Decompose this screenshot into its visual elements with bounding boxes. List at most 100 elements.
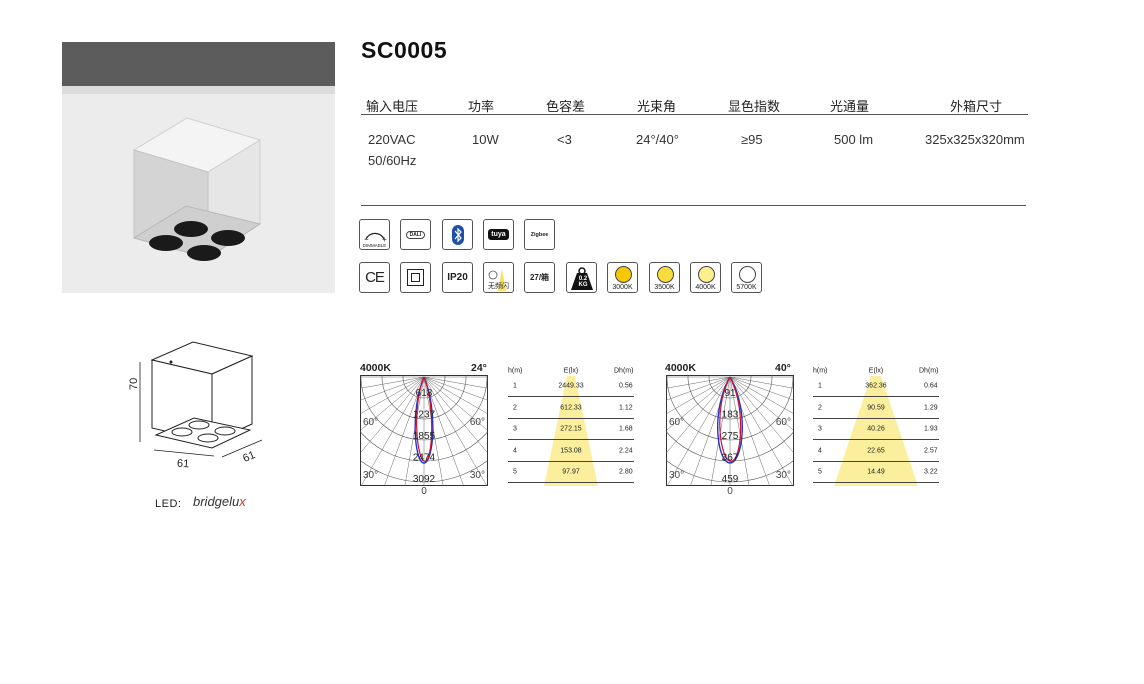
table-row: 1 362.36 0.64 xyxy=(813,376,939,397)
cct-3500k-label: 3500K xyxy=(654,284,675,291)
table-cell: 3 xyxy=(818,425,822,433)
spec-value-power: 10W xyxy=(472,132,499,147)
cct-3000k-label: 3000K xyxy=(612,284,633,291)
table-header: h(m) E(lx) Dh(m) xyxy=(508,366,634,376)
ce-icon: CE xyxy=(359,262,390,293)
polar-value-label: 3092 xyxy=(413,474,436,485)
table-row: 4 153.08 2.24 xyxy=(508,441,634,462)
spec-value-color-tolerance: <3 xyxy=(557,132,572,147)
zigbee-icon: Zigbee xyxy=(524,219,555,250)
table-cell: 5 xyxy=(513,468,517,476)
class-ii-outer-square xyxy=(407,269,424,286)
table-cell: 1.68 xyxy=(619,425,633,433)
table-cell: 1.29 xyxy=(924,404,938,411)
table-row: 3 272.15 1.68 xyxy=(508,419,634,440)
polar-angle-label: 30° xyxy=(669,470,684,481)
spec-header-rule xyxy=(361,114,1028,115)
spec-value-cri: ≥95 xyxy=(741,132,763,147)
spec-value-voltage: 220VAC 50/60Hz xyxy=(368,129,416,171)
table-row: 2 612.33 1.12 xyxy=(508,398,634,419)
polar-angle-label: 30° xyxy=(363,470,378,481)
cct-5700k-label: 5700K xyxy=(736,284,757,291)
table-cell: 0.64 xyxy=(924,382,938,390)
table-cell: 40.26 xyxy=(867,425,885,433)
table-cell: 3 xyxy=(513,425,517,433)
table-row: 4 22.65 2.57 xyxy=(813,441,939,462)
polar-diagram-1: 618 1237 1855 2474 3092 60° 60° 30° 30° 0 xyxy=(360,375,488,497)
table-header-cell: Dh(m) xyxy=(614,367,634,375)
table-cell: 22.65 xyxy=(867,447,885,454)
dimmable-icon: − + DIMMABLE xyxy=(359,219,390,250)
no-flicker-label: 无频闪 xyxy=(488,283,509,290)
polar-angle-label: 0 xyxy=(421,486,427,497)
spec-value-box-size: 325x325x320mm xyxy=(925,132,1025,147)
product-photo xyxy=(62,42,335,293)
cct-5700k-icon: 5700K xyxy=(731,262,762,293)
cct-3500k-swatch xyxy=(657,266,674,283)
dali-icon: DALI xyxy=(400,219,431,250)
ip-rating-icon: IP20 xyxy=(442,262,473,293)
dimmable-label: DIMMABLE xyxy=(362,243,387,248)
zigbee-label: Zigbee xyxy=(530,231,549,238)
table-cell: 2.24 xyxy=(619,447,633,454)
table-cell: 2.80 xyxy=(619,468,633,476)
table-header-cell: h(m) xyxy=(508,367,523,375)
polar-value-label: 91 xyxy=(724,388,736,399)
table-row: 5 14.49 3.22 xyxy=(813,462,939,483)
table-cell: 3.22 xyxy=(924,468,938,476)
product-render xyxy=(132,117,262,261)
table-cell: 1 xyxy=(513,382,517,390)
table-cell: 4 xyxy=(513,447,517,454)
ce-label: CE xyxy=(365,269,385,286)
table-cell: 2.57 xyxy=(924,447,938,454)
tuya-label: tuya xyxy=(488,229,509,240)
dim-width-label: 61 xyxy=(176,457,190,471)
cct-4000k-swatch xyxy=(698,266,715,283)
spec-header-voltage: 输入电压 xyxy=(366,99,419,114)
table-cell: 4 xyxy=(818,447,822,454)
table-row: 5 97.97 2.80 xyxy=(508,462,634,483)
box-qty-label: 27/箱 xyxy=(529,273,550,282)
weight-label: 0.2 KG xyxy=(578,276,588,288)
box-qty-icon: 27/箱 xyxy=(524,262,555,293)
spec-value-flux: 500 lm xyxy=(834,132,874,147)
table-cell: 2449.33 xyxy=(558,382,584,390)
table-header-cell: Dh(m) xyxy=(919,367,939,375)
table-row: 2 90.59 1.29 xyxy=(813,398,939,419)
polar-angle-label: 60° xyxy=(776,417,791,428)
class-ii-icon xyxy=(400,262,431,293)
polar-angle-label: 60° xyxy=(363,417,378,428)
polar-value-label: 1855 xyxy=(413,431,436,442)
spec-header-color-tolerance: 色容差 xyxy=(546,99,586,114)
polar-angle-label: 30° xyxy=(470,470,485,481)
spec-header-beam-angle: 光束角 xyxy=(637,99,677,114)
no-flicker-icon: 无频闪 xyxy=(483,262,514,293)
table-cell: 5 xyxy=(818,468,822,476)
table-header-cell: E(lx) xyxy=(563,367,579,375)
table-cell: 612.33 xyxy=(560,404,582,411)
polar-angle-label: 60° xyxy=(470,417,485,428)
spec-header-cri: 显色指数 xyxy=(728,99,781,114)
table-cell: 0.56 xyxy=(619,382,633,390)
cct-3500k-icon: 3500K xyxy=(649,262,680,293)
table-cell: 90.59 xyxy=(867,404,885,411)
polar-angle-label: 0 xyxy=(727,486,733,497)
polar1-beam: 24° xyxy=(471,362,487,374)
table-row: 3 40.26 1.93 xyxy=(813,419,939,440)
led-brand-main: bridgelu xyxy=(193,494,240,509)
dali-label: DALI xyxy=(405,230,426,239)
polar-value-label: 618 xyxy=(416,388,433,399)
table-cell: 1 xyxy=(818,382,822,390)
weight-icon: 0.2 KG xyxy=(566,262,597,293)
cct-5700k-swatch xyxy=(739,266,756,283)
polar2-cct: 4000K xyxy=(665,362,696,374)
spec-header-box-size: 外箱尺寸 xyxy=(950,99,1003,114)
polar-value-label: 2474 xyxy=(413,453,436,464)
tuya-icon: tuya xyxy=(483,219,514,250)
cct-3000k-swatch xyxy=(615,266,632,283)
table-cell: 1.93 xyxy=(924,425,938,433)
cct-4000k-label: 4000K xyxy=(695,284,716,291)
ip-rating-label: IP20 xyxy=(447,272,468,283)
polar-value-label: 367 xyxy=(722,453,739,464)
table-row: 1 2449.33 0.56 xyxy=(508,376,634,397)
